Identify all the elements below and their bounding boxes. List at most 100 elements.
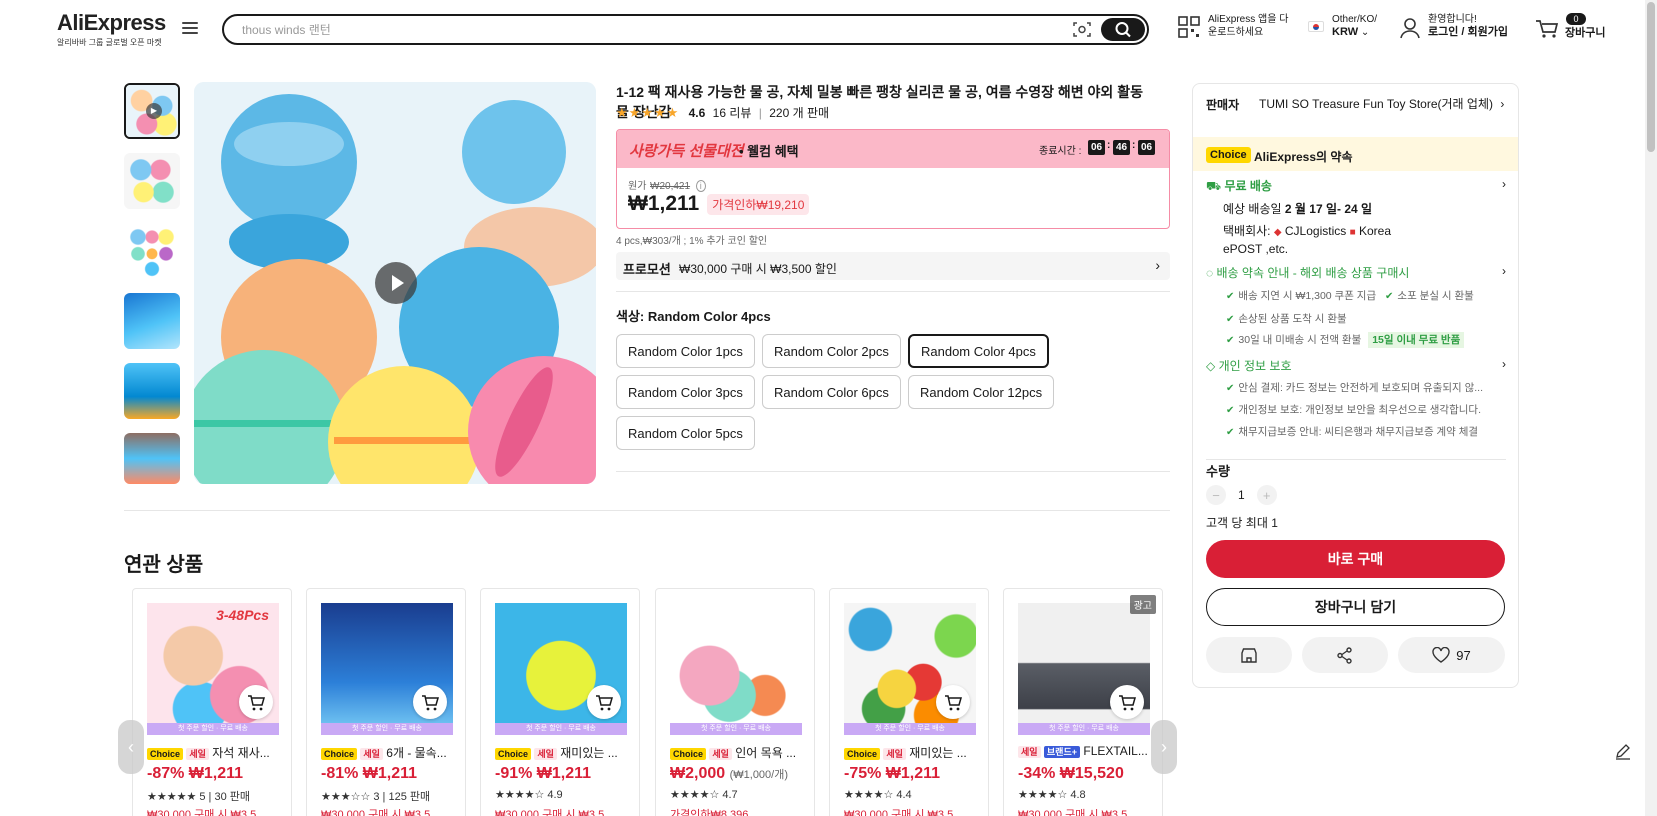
shipping-info[interactable]: ⛟ 무료 배송 › 예상 배송일 2 월 17 일- 24 일 택배회사: ◆ C… bbox=[1206, 177, 1506, 256]
chevron-right-icon: › bbox=[1500, 97, 1505, 111]
option-color-3pcs[interactable]: Random Color 3pcs bbox=[616, 375, 755, 409]
choice-tag: Choice bbox=[844, 748, 881, 760]
option-color-5pcs[interactable]: Random Color 5pcs bbox=[616, 416, 755, 450]
product-promo: ₩30,000 구매 시 ₩3,5 bbox=[495, 809, 605, 816]
related-product-card[interactable]: 첫 주문 할인 · 무료 배송 Choice 세일 6개 - 물속... -81… bbox=[306, 588, 466, 816]
add-cart-icon[interactable] bbox=[587, 685, 621, 719]
chevron-right-icon: › bbox=[1502, 177, 1506, 191]
share-button[interactable] bbox=[1302, 637, 1388, 673]
review-count[interactable]: 16 리뷰 bbox=[713, 106, 752, 120]
seller-name-link[interactable]: TUMI SO Treasure Fun Toy Store(거래 업체) › bbox=[1259, 95, 1504, 112]
product-meta: 5 | 30 판매 bbox=[199, 791, 250, 803]
rating-row: ★★★★★ 4.6 16 리뷰 | 220 개 판매 bbox=[616, 105, 830, 120]
carousel-prev-button[interactable]: ‹ bbox=[118, 720, 144, 774]
edit-feedback-icon[interactable] bbox=[1612, 741, 1634, 763]
gallery-thumb-video[interactable]: ▶ bbox=[124, 83, 180, 139]
related-product-card[interactable]: 광고 첫 주문 할인 · 무료 배송 세일 브랜드+ FLEXTAIL... -… bbox=[1003, 588, 1163, 816]
logo-tagline: 알리바바 그룹 글로벌 오픈 마켓 bbox=[57, 38, 162, 47]
gallery-thumb-4[interactable] bbox=[124, 293, 180, 349]
qty-plus-button[interactable]: + bbox=[1256, 485, 1277, 505]
delivery-dates: 2 월 17 일- 24 일 bbox=[1284, 202, 1373, 216]
gallery-thumb-3[interactable] bbox=[124, 223, 180, 279]
first-order-strip: 첫 주문 할인 · 무료 배송 bbox=[495, 723, 627, 735]
search-input[interactable] bbox=[242, 20, 1062, 40]
shield-clock-icon: ◌ bbox=[1206, 266, 1214, 280]
promise-damage-refund: 손상된 상품 도착 시 환불 bbox=[1238, 313, 1347, 325]
rating-stars-icon: ★★★★☆ bbox=[670, 789, 720, 801]
add-to-cart-button[interactable]: 장바구니 담기 bbox=[1206, 588, 1505, 626]
product-promo: 가격인하₩8,396 bbox=[670, 809, 749, 816]
gallery-thumb-5[interactable] bbox=[124, 363, 180, 419]
related-product-card[interactable]: 첫 주문 할인 · 무료 배송 Choice 세일 재미있는 ... -91% … bbox=[480, 588, 640, 816]
hamburger-menu-icon[interactable] bbox=[182, 22, 198, 36]
option-color-6pcs[interactable]: Random Color 6pcs bbox=[762, 375, 901, 409]
add-cart-icon[interactable] bbox=[239, 685, 273, 719]
add-cart-icon[interactable] bbox=[936, 685, 970, 719]
quantity-label: 수량 bbox=[1206, 464, 1230, 479]
related-product-card[interactable]: 첫 주문 할인 · 무료 배송 Choice 세일 인어 목욕 ... ₩2,0… bbox=[655, 588, 815, 816]
delivery-promise[interactable]: ◌ 배송 약속 안내 - 해외 배송 상품 구매시 › ✔ 배송 지연 시 ₩1,3… bbox=[1206, 264, 1506, 348]
store-icon bbox=[1241, 647, 1257, 663]
max-per-customer: 고객 당 최대 1 bbox=[1206, 516, 1278, 530]
search-button[interactable] bbox=[1101, 18, 1145, 41]
login-register-link[interactable]: 로그인 / 회원가입 bbox=[1428, 26, 1508, 38]
seller-label: 판매자 bbox=[1206, 98, 1240, 112]
aliexpress-logo[interactable]: AliExpress 알리바바 그룹 글로벌 오픈 마켓 bbox=[57, 10, 166, 48]
related-product-card[interactable]: 첫 주문 할인 · 무료 배송 Choice 세일 재미있는 ... -75% … bbox=[829, 588, 989, 816]
locale-selector[interactable]: Other/KO/ KRW ⌄ bbox=[1308, 13, 1377, 39]
related-product-card[interactable]: 3-48Pcs 첫 주문 할인 · 무료 배송 Choice 세일 자석 재사.… bbox=[132, 588, 292, 816]
promotion-text: ₩30,000 구매 시 ₩3,500 할인 bbox=[679, 262, 837, 276]
carousel-next-button[interactable]: › bbox=[1151, 720, 1177, 774]
wishlist-count: 97 bbox=[1456, 647, 1471, 663]
wishlist-button[interactable]: 97 bbox=[1398, 637, 1505, 673]
promo-banner: 사랑가득 선물대전 • 웰컴 혜택 종료시간 : 06 : 46 : 06 bbox=[617, 130, 1169, 168]
buy-now-button[interactable]: 바로 구매 bbox=[1206, 540, 1505, 578]
sale-tag: 세일 bbox=[1018, 746, 1041, 758]
promise-lost-refund: 소포 분실 시 환불 bbox=[1397, 290, 1474, 302]
cart-label: 장바구니 bbox=[1565, 27, 1606, 39]
original-price-label: 원가 bbox=[628, 181, 647, 192]
qty-minus-button[interactable]: − bbox=[1206, 485, 1226, 505]
promise-full-refund: 30일 내 미배송 시 전액 환불 bbox=[1238, 334, 1362, 346]
brand-plus-tag: 브랜드+ bbox=[1043, 746, 1081, 758]
gallery-thumb-2[interactable] bbox=[124, 153, 180, 209]
free-return-badge: 15일 이내 무료 반품 bbox=[1368, 332, 1465, 348]
product-price: -75% ₩1,211 bbox=[844, 765, 941, 782]
camera-search-icon[interactable] bbox=[1073, 21, 1091, 38]
section-divider bbox=[124, 510, 1170, 511]
product-meta: 4.7 bbox=[722, 789, 738, 801]
add-cart-icon[interactable] bbox=[413, 685, 447, 719]
product-meta: 4.8 bbox=[1070, 789, 1086, 801]
promo-price-box: 사랑가득 선물대전 • 웰컴 혜택 종료시간 : 06 : 46 : 06 원가… bbox=[616, 129, 1170, 229]
privacy-protection[interactable]: ◇ 개인 정보 보호 › ✔ 안심 결제: 카드 정보는 안전하게 보호되며 유출되… bbox=[1206, 357, 1506, 439]
carrier-epost: ePOST ,etc. bbox=[1223, 242, 1289, 256]
product-price: -81% ₩1,211 bbox=[321, 765, 418, 782]
qty-value[interactable]: 1 bbox=[1238, 488, 1245, 502]
scrollbar-thumb[interactable] bbox=[1647, 2, 1655, 152]
account-menu[interactable]: 환영합니다! 로그인 / 회원가입 bbox=[1400, 13, 1508, 39]
ad-label: 광고 bbox=[1129, 595, 1156, 614]
option-color-2pcs[interactable]: Random Color 2pcs bbox=[762, 334, 901, 368]
video-play-button[interactable] bbox=[375, 262, 417, 304]
store-button[interactable] bbox=[1206, 637, 1292, 673]
delivery-prefix: 예상 배송일 bbox=[1223, 202, 1282, 216]
welcome-text: 환영합니다! bbox=[1428, 14, 1477, 25]
option-color-4pcs[interactable]: Random Color 4pcs bbox=[908, 334, 1049, 368]
promotion-row[interactable]: 프로모션 ₩30,000 구매 시 ₩3,500 할인 › bbox=[616, 252, 1170, 280]
sale-tag: 세일 bbox=[534, 748, 557, 760]
app-download-link[interactable]: AliExpress 앱을 다 운로드하세요 bbox=[1178, 13, 1288, 39]
unit-price-note: 4 pcs,₩303/개 ; 1% 추가 코인 할인 bbox=[616, 236, 768, 247]
add-cart-icon[interactable] bbox=[1110, 685, 1144, 719]
privacy-guarantee: 채무지급보증 안내: 씨티은행과 채무지급보증 계약 체결 bbox=[1238, 426, 1479, 438]
rating-stars-icon: ★★★★☆ bbox=[844, 789, 894, 801]
cj-logo-icon: ◆ bbox=[1273, 227, 1282, 238]
color-selection-label: 색상: Random Color 4pcs bbox=[616, 309, 771, 324]
info-icon[interactable]: i bbox=[695, 180, 706, 192]
chevron-left-icon: ‹ bbox=[128, 736, 134, 757]
share-icon bbox=[1337, 646, 1352, 664]
first-order-strip: 첫 주문 할인 · 무료 배송 bbox=[147, 723, 279, 735]
gallery-thumb-6[interactable] bbox=[124, 433, 180, 484]
option-color-12pcs[interactable]: Random Color 12pcs bbox=[908, 375, 1055, 409]
original-price: ₩20,421 bbox=[650, 181, 691, 192]
option-color-1pcs[interactable]: Random Color 1pcs bbox=[616, 334, 755, 368]
